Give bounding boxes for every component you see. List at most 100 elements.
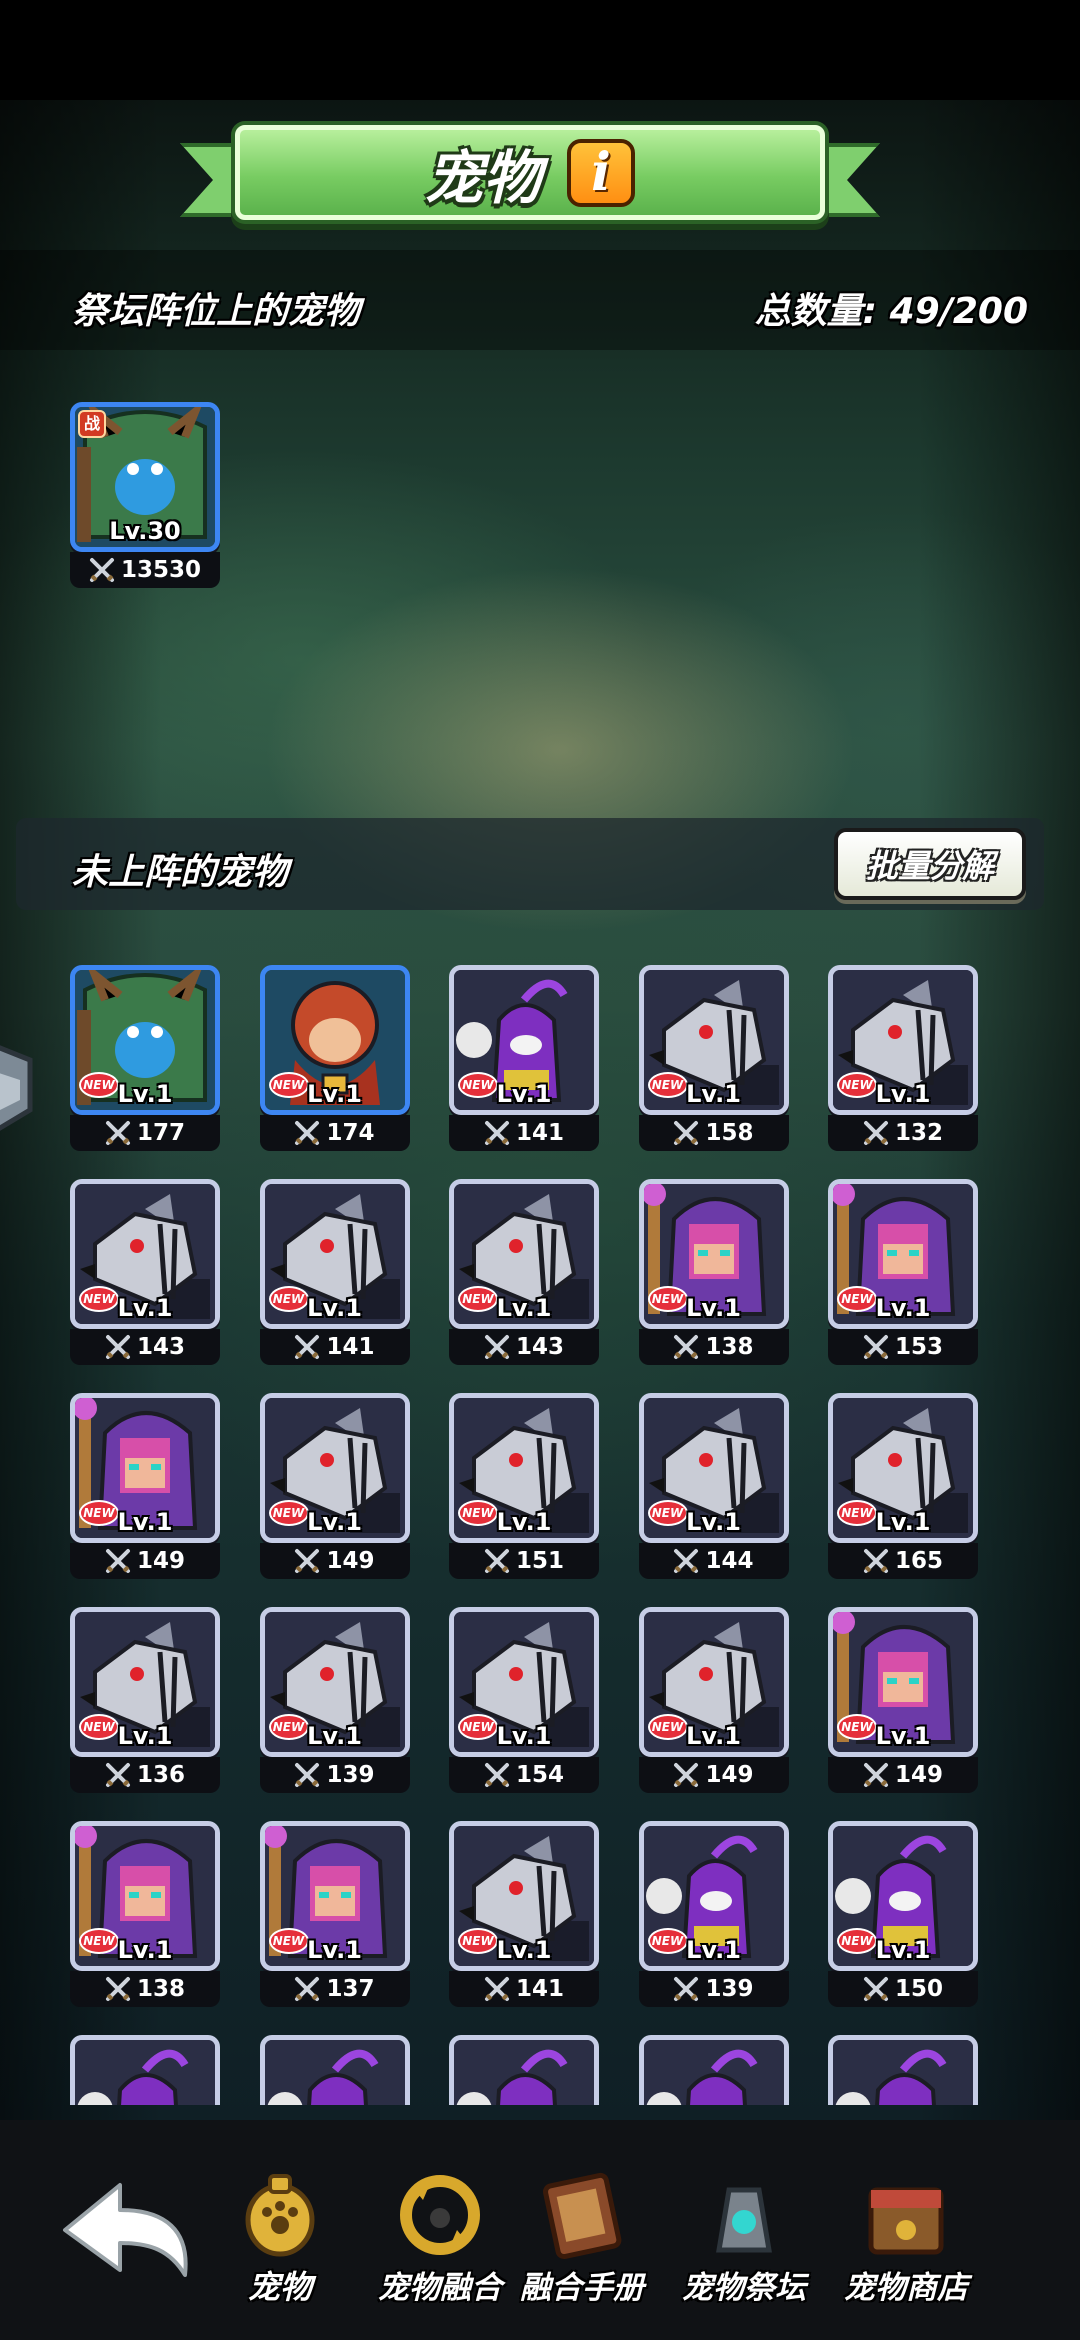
pet-card-imp[interactable] xyxy=(828,2035,978,2105)
pet-card-mage[interactable]: NEW Lv.1 149 xyxy=(70,1393,220,1583)
pet-card-tree-ent[interactable]: NEW Lv.1 177 xyxy=(70,965,220,1155)
crossed-swords-icon xyxy=(484,1121,509,1145)
crossed-swords-icon xyxy=(674,1763,699,1787)
nav-item-altar[interactable]: 宠物祭坛 xyxy=(659,2170,829,2310)
pet-power: 177 xyxy=(136,1120,185,1146)
bottom-nav: 宠物 宠物融合 融合手册 宠物祭坛 宠物商店 xyxy=(0,2120,1080,2340)
pet-card-mage[interactable]: NEW Lv.1 138 xyxy=(638,1179,789,1369)
handbook-icon xyxy=(543,2172,622,2260)
imp-portrait xyxy=(75,2040,215,2105)
power-bar: 138 xyxy=(638,1329,789,1365)
crossed-swords-icon xyxy=(484,1763,509,1787)
pet-card-mage[interactable]: NEW Lv.1 153 xyxy=(828,1179,978,1369)
pet-level: Lv.1 xyxy=(117,1080,173,1108)
pet-frame: NEW Lv.1 xyxy=(259,1607,410,1757)
crossed-swords-icon xyxy=(484,1335,509,1359)
pet-card-wolf[interactable]: NEW Lv.1 144 xyxy=(638,1393,789,1583)
power-bar: 141 xyxy=(449,1971,599,2007)
pet-card-mage[interactable]: NEW Lv.1 138 xyxy=(70,1821,220,2011)
pet-power: 13530 xyxy=(120,557,202,583)
back-arrow-icon[interactable] xyxy=(55,2175,195,2285)
pet-card-imp[interactable]: NEW Lv.1 139 xyxy=(638,1821,789,2011)
crossed-swords-icon xyxy=(295,1121,320,1145)
pet-level: Lv.1 xyxy=(496,1722,552,1750)
power-bar: 149 xyxy=(638,1757,789,1793)
pet-card-wolf[interactable]: NEW Lv.1 143 xyxy=(70,1179,220,1369)
pet-power: 150 xyxy=(894,1976,943,2002)
crossed-swords-icon xyxy=(105,1977,130,2001)
crossed-swords-icon xyxy=(89,558,114,582)
pet-card-mage[interactable]: NEW Lv.1 137 xyxy=(259,1821,410,2011)
pet-card-mage[interactable]: NEW Lv.1 149 xyxy=(828,1607,978,1797)
shop-icon xyxy=(868,2187,944,2255)
pet-card-wolf[interactable]: NEW Lv.1 139 xyxy=(259,1607,410,1797)
pet-frame: NEW Lv.1 xyxy=(828,1821,978,1971)
pet-card-tree-ent[interactable]: 战 Lv.30 13530 xyxy=(70,402,220,592)
pet-card-wolf[interactable]: NEW Lv.1 132 xyxy=(828,965,978,1155)
pet-power: 174 xyxy=(326,1120,375,1146)
power-bar: 132 xyxy=(828,1115,978,1151)
pet-power: 143 xyxy=(136,1334,185,1360)
nav-item-handbook[interactable]: 融合手册 xyxy=(497,2170,667,2310)
pet-frame: NEW Lv.1 xyxy=(638,1821,789,1971)
pet-level: Lv.1 xyxy=(117,1722,173,1750)
power-bar: 158 xyxy=(638,1115,789,1151)
pet-card-imp[interactable] xyxy=(449,2035,599,2105)
pet-frame: NEW Lv.1 xyxy=(638,1393,789,1543)
pet-frame: NEW Lv.1 xyxy=(259,1179,410,1329)
pet-card-imp[interactable] xyxy=(638,2035,789,2105)
pet-card-imp[interactable] xyxy=(259,2035,410,2105)
pet-card-wolf[interactable]: NEW Lv.1 143 xyxy=(449,1179,599,1369)
nav-item-paw-bell[interactable]: 宠物 xyxy=(195,2170,365,2310)
imp-portrait xyxy=(833,2040,973,2105)
crossed-swords-icon xyxy=(863,1335,888,1359)
batch-decompose-button[interactable]: 批量分解 xyxy=(834,828,1026,900)
pet-power: 144 xyxy=(705,1548,754,1574)
power-bar: 139 xyxy=(638,1971,789,2007)
crossed-swords-icon xyxy=(863,1121,888,1145)
pet-frame xyxy=(828,2035,978,2105)
pet-card-imp[interactable]: NEW Lv.1 141 xyxy=(449,965,599,1155)
pet-power: 139 xyxy=(326,1762,375,1788)
pet-level: Lv.1 xyxy=(117,1936,173,1964)
crossed-swords-icon xyxy=(863,1763,888,1787)
power-bar: 154 xyxy=(449,1757,599,1793)
pet-card-wolf[interactable]: NEW Lv.1 158 xyxy=(638,965,789,1155)
crossed-swords-icon xyxy=(863,1549,888,1573)
pet-level: Lv.1 xyxy=(307,1294,362,1322)
power-bar: 149 xyxy=(828,1757,978,1793)
pet-card-wolf[interactable]: NEW Lv.1 141 xyxy=(449,1821,599,2011)
imp-portrait xyxy=(264,2040,405,2105)
pet-power: 138 xyxy=(136,1976,185,2002)
pet-frame: NEW Lv.1 xyxy=(70,1393,220,1543)
power-bar: 139 xyxy=(259,1757,410,1793)
pet-card-wolf[interactable]: NEW Lv.1 141 xyxy=(259,1179,410,1369)
pet-card-imp[interactable] xyxy=(70,2035,220,2105)
pet-card-wolf[interactable]: NEW Lv.1 165 xyxy=(828,1393,978,1583)
pet-level: Lv.1 xyxy=(686,1294,741,1322)
nav-item-shop[interactable]: 宠物商店 xyxy=(821,2170,991,2310)
unassigned-header: 未上阵的宠物 批量分解 xyxy=(16,818,1044,910)
power-bar: 149 xyxy=(259,1543,410,1579)
pet-card-wolf[interactable]: NEW Lv.1 154 xyxy=(449,1607,599,1797)
pet-card-wolf[interactable]: NEW Lv.1 136 xyxy=(70,1607,220,1797)
info-icon[interactable]: i xyxy=(567,138,635,207)
pet-card-imp[interactable]: NEW Lv.1 150 xyxy=(828,1821,978,2011)
pet-level: Lv.1 xyxy=(307,1508,362,1536)
banner-plate: 宠物 i xyxy=(235,125,825,220)
pet-card-dwarf[interactable]: NEW Lv.1 174 xyxy=(259,965,410,1155)
pet-level: Lv.1 xyxy=(686,1508,741,1536)
pet-card-wolf[interactable]: NEW Lv.1 149 xyxy=(638,1607,789,1797)
pet-power: 137 xyxy=(326,1976,375,2002)
pet-card-wolf[interactable]: NEW Lv.1 151 xyxy=(449,1393,599,1583)
power-bar: 138 xyxy=(70,1971,220,2007)
power-bar: 165 xyxy=(828,1543,978,1579)
pet-power: 149 xyxy=(705,1762,754,1788)
crossed-swords-icon xyxy=(295,1549,320,1573)
crossed-swords-icon xyxy=(674,1335,699,1359)
power-bar: 177 xyxy=(70,1115,220,1151)
pet-frame: NEW Lv.1 xyxy=(449,1393,599,1543)
pet-card-wolf[interactable]: NEW Lv.1 149 xyxy=(259,1393,410,1583)
pet-frame: 战 Lv.30 xyxy=(70,402,220,552)
power-bar: 143 xyxy=(70,1329,220,1365)
